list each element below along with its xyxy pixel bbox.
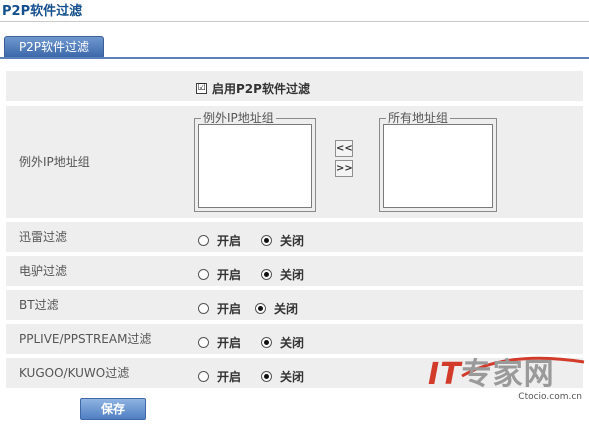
- radio-off-label: 关闭: [280, 370, 305, 384]
- filter-label: 电驴过滤: [19, 264, 68, 278]
- radio-on-label: 开启: [217, 268, 242, 282]
- all-address-group: 所有地址组: [379, 111, 497, 212]
- move-left-button[interactable]: <<: [335, 140, 353, 157]
- watermark-text: IT专家网: [428, 357, 555, 392]
- filter-radio-group: 开启 关闭: [198, 266, 304, 283]
- page-title: P2P软件过滤: [2, 4, 83, 19]
- filter-label: PPLIVE/PPSTREAM过滤: [19, 332, 152, 346]
- filter-radio-group: 开启 关闭: [198, 232, 304, 249]
- filter-label: 迅雷过滤: [19, 230, 68, 244]
- radio-off[interactable]: [261, 371, 273, 382]
- radio-on-label: 开启: [217, 302, 242, 316]
- filter-radio-group: 开启 关闭: [198, 300, 298, 317]
- exception-row-label: 例外IP地址组: [19, 155, 90, 169]
- watermark-url: Ctocio.com.cn: [518, 392, 582, 402]
- radio-off[interactable]: [261, 269, 273, 280]
- filter-label: KUGOO/KUWO过滤: [19, 366, 130, 380]
- radio-on[interactable]: [198, 371, 209, 382]
- filter-label: BT过滤: [19, 298, 59, 312]
- filter-radio-group: 开启 关闭: [198, 368, 304, 385]
- radio-on-label: 开启: [217, 336, 242, 350]
- radio-off-label: 关闭: [274, 302, 299, 316]
- filter-row-edonkey: 电驴过滤 开启 关闭: [6, 256, 583, 286]
- radio-on[interactable]: [198, 303, 209, 314]
- radio-off-label: 关闭: [280, 336, 305, 350]
- save-button[interactable]: 保存: [80, 398, 146, 420]
- radio-on-label: 开启: [217, 234, 242, 248]
- tab-divider: [0, 57, 589, 59]
- tab-p2p-filter[interactable]: P2P软件过滤: [4, 36, 104, 57]
- radio-off[interactable]: [255, 303, 267, 314]
- radio-off-label: 关闭: [280, 234, 305, 248]
- title-divider: [0, 21, 589, 22]
- enable-row: ☑ 启用P2P软件过滤: [6, 71, 583, 101]
- enable-checkbox[interactable]: ☑: [196, 83, 207, 94]
- radio-off[interactable]: [261, 337, 273, 348]
- filter-row-pplive: PPLIVE/PPSTREAM过滤 开启 关闭: [6, 324, 583, 354]
- exception-ip-listbox[interactable]: [198, 124, 312, 208]
- radio-off-label: 关闭: [280, 268, 305, 282]
- filter-radio-group: 开启 关闭: [198, 334, 304, 351]
- enable-label: 启用P2P软件过滤: [212, 82, 310, 96]
- all-address-listbox[interactable]: [383, 124, 493, 208]
- move-right-button[interactable]: >>: [335, 160, 353, 177]
- radio-on[interactable]: [198, 235, 209, 246]
- radio-on[interactable]: [198, 337, 209, 348]
- filter-row-xunlei: 迅雷过滤 开启 关闭: [6, 222, 583, 252]
- radio-on[interactable]: [198, 269, 209, 280]
- exception-group: 例外IP地址组: [194, 111, 316, 212]
- watermark-logo: IT专家网 Ctocio.com.cn: [428, 354, 588, 408]
- radio-on-label: 开启: [217, 370, 242, 384]
- exception-group-legend: 例外IP地址组: [201, 111, 276, 125]
- all-address-group-legend: 所有地址组: [386, 111, 451, 125]
- radio-off[interactable]: [261, 235, 273, 246]
- filter-row-bt: BT过滤 开启 关闭: [6, 290, 583, 320]
- enable-checkbox-group[interactable]: ☑ 启用P2P软件过滤: [196, 80, 310, 97]
- exception-row: 例外IP地址组 例外IP地址组 << >> 所有地址组: [6, 106, 583, 218]
